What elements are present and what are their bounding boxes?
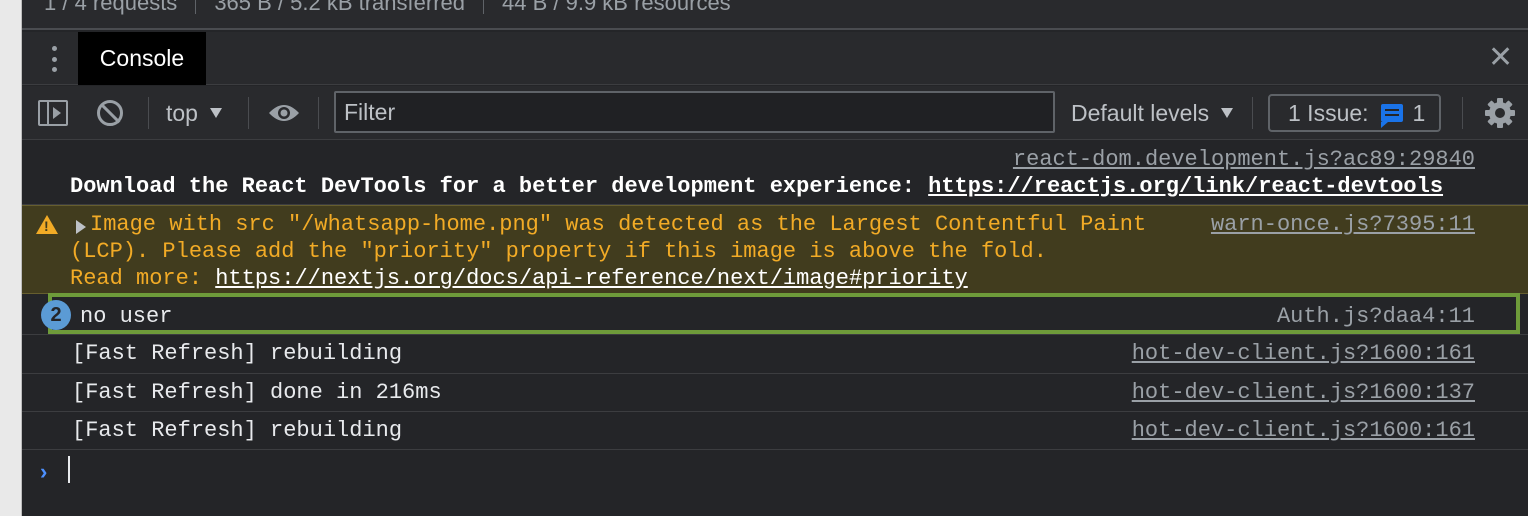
message-source-link[interactable]: hot-dev-client.js?1600:161 xyxy=(1132,341,1475,366)
message-text: [Fast Refresh] rebuilding xyxy=(72,418,403,443)
console-messages: react-dom.development.js?ac89:29840 Down… xyxy=(22,141,1528,516)
message-source-link[interactable]: hot-dev-client.js?1600:161 xyxy=(1132,418,1475,443)
drawer-tabs-bar: Console ✕ xyxy=(22,32,1528,85)
separator xyxy=(148,97,149,129)
separator xyxy=(1252,97,1253,129)
clear-console-icon[interactable] xyxy=(97,100,123,126)
close-icon[interactable]: ✕ xyxy=(1488,43,1513,73)
message-text: [Fast Refresh] rebuilding xyxy=(72,341,403,366)
console-message-log: [Fast Refresh] rebuilding hot-dev-client… xyxy=(22,412,1528,450)
message-source-link[interactable]: react-dom.development.js?ac89:29840 xyxy=(1013,147,1475,172)
console-message-warning: Image with src "/whatsapp-home.png" was … xyxy=(22,205,1528,294)
readmore-label: Read more: xyxy=(70,266,216,291)
eye-icon[interactable] xyxy=(268,103,300,123)
issues-count: 1 xyxy=(1412,99,1426,126)
issues-button[interactable]: 1 Issue: 1 xyxy=(1268,94,1441,132)
message-text: no user xyxy=(80,304,173,329)
separator xyxy=(248,97,249,129)
sidebar-toggle-icon[interactable] xyxy=(38,100,68,126)
console-message-log: 2 no user Auth.js?daa4:11 xyxy=(22,293,1528,335)
separator xyxy=(195,0,197,14)
log-levels-dropdown[interactable]: Default levels xyxy=(1071,98,1234,128)
separator xyxy=(483,0,485,14)
context-selector[interactable]: top xyxy=(166,98,222,128)
chevron-down-icon xyxy=(209,108,222,118)
network-summary-bar: 1 / 4 requests 365 B / 5.2 kB transferre… xyxy=(22,0,1528,30)
tab-console[interactable]: Console xyxy=(78,32,206,85)
message-source-link[interactable]: Auth.js?daa4:11 xyxy=(1277,304,1475,329)
filter-field xyxy=(334,91,1055,133)
resources-size: 44 B / 9.9 kB resources xyxy=(502,0,731,15)
warning-link[interactable]: https://nextjs.org/docs/api-reference/ne… xyxy=(215,266,968,291)
issues-label: 1 Issue: xyxy=(1288,99,1369,126)
message-source-link[interactable]: hot-dev-client.js?1600:137 xyxy=(1132,380,1475,405)
console-toolbar: top Default levels 1 Issue: xyxy=(22,86,1528,140)
message-body: Download the React DevTools for a better… xyxy=(70,174,929,199)
filter-input[interactable] xyxy=(336,93,1053,131)
warning-line-3: Read more: https://nextjs.org/docs/api-r… xyxy=(70,266,968,291)
gear-icon[interactable] xyxy=(1484,97,1516,129)
levels-label: Default levels xyxy=(1071,99,1210,126)
console-input-caret[interactable] xyxy=(68,456,70,483)
kebab-menu-icon[interactable] xyxy=(46,44,62,74)
message-source-link[interactable]: warn-once.js?7395:11 xyxy=(1211,212,1475,237)
expand-triangle-icon[interactable] xyxy=(76,220,86,234)
devtools-panel: 1 / 4 requests 365 B / 5.2 kB transferre… xyxy=(22,0,1528,516)
warning-line-2: (LCP). Please add the "priority" propert… xyxy=(70,239,1047,264)
separator xyxy=(318,97,319,129)
console-message-log: [Fast Refresh] rebuilding hot-dev-client… xyxy=(22,335,1528,374)
message-text: [Fast Refresh] done in 216ms xyxy=(72,380,442,405)
issue-icon xyxy=(1380,104,1403,128)
warning-line-1: Image with src "/whatsapp-home.png" was … xyxy=(90,212,1147,237)
chevron-down-icon xyxy=(1221,108,1234,118)
separator xyxy=(1462,97,1463,129)
requests-count: 1 / 4 requests xyxy=(44,0,178,15)
devtools-window: 1 / 4 requests 365 B / 5.2 kB transferre… xyxy=(0,0,1528,516)
context-label: top xyxy=(166,99,198,126)
message-link[interactable]: https://reactjs.org/link/react-devtools xyxy=(928,174,1443,199)
message-text: Download the React DevTools for a better… xyxy=(70,174,1443,199)
warning-icon xyxy=(36,215,58,234)
page-edge xyxy=(0,0,22,516)
prompt-chevron-icon: › xyxy=(40,459,48,484)
console-message-info: react-dom.development.js?ac89:29840 Down… xyxy=(22,141,1528,205)
repeat-count-badge: 2 xyxy=(41,300,71,330)
transferred-size: 365 B / 5.2 kB transferred xyxy=(214,0,466,15)
console-message-log: [Fast Refresh] done in 216ms hot-dev-cli… xyxy=(22,374,1528,412)
